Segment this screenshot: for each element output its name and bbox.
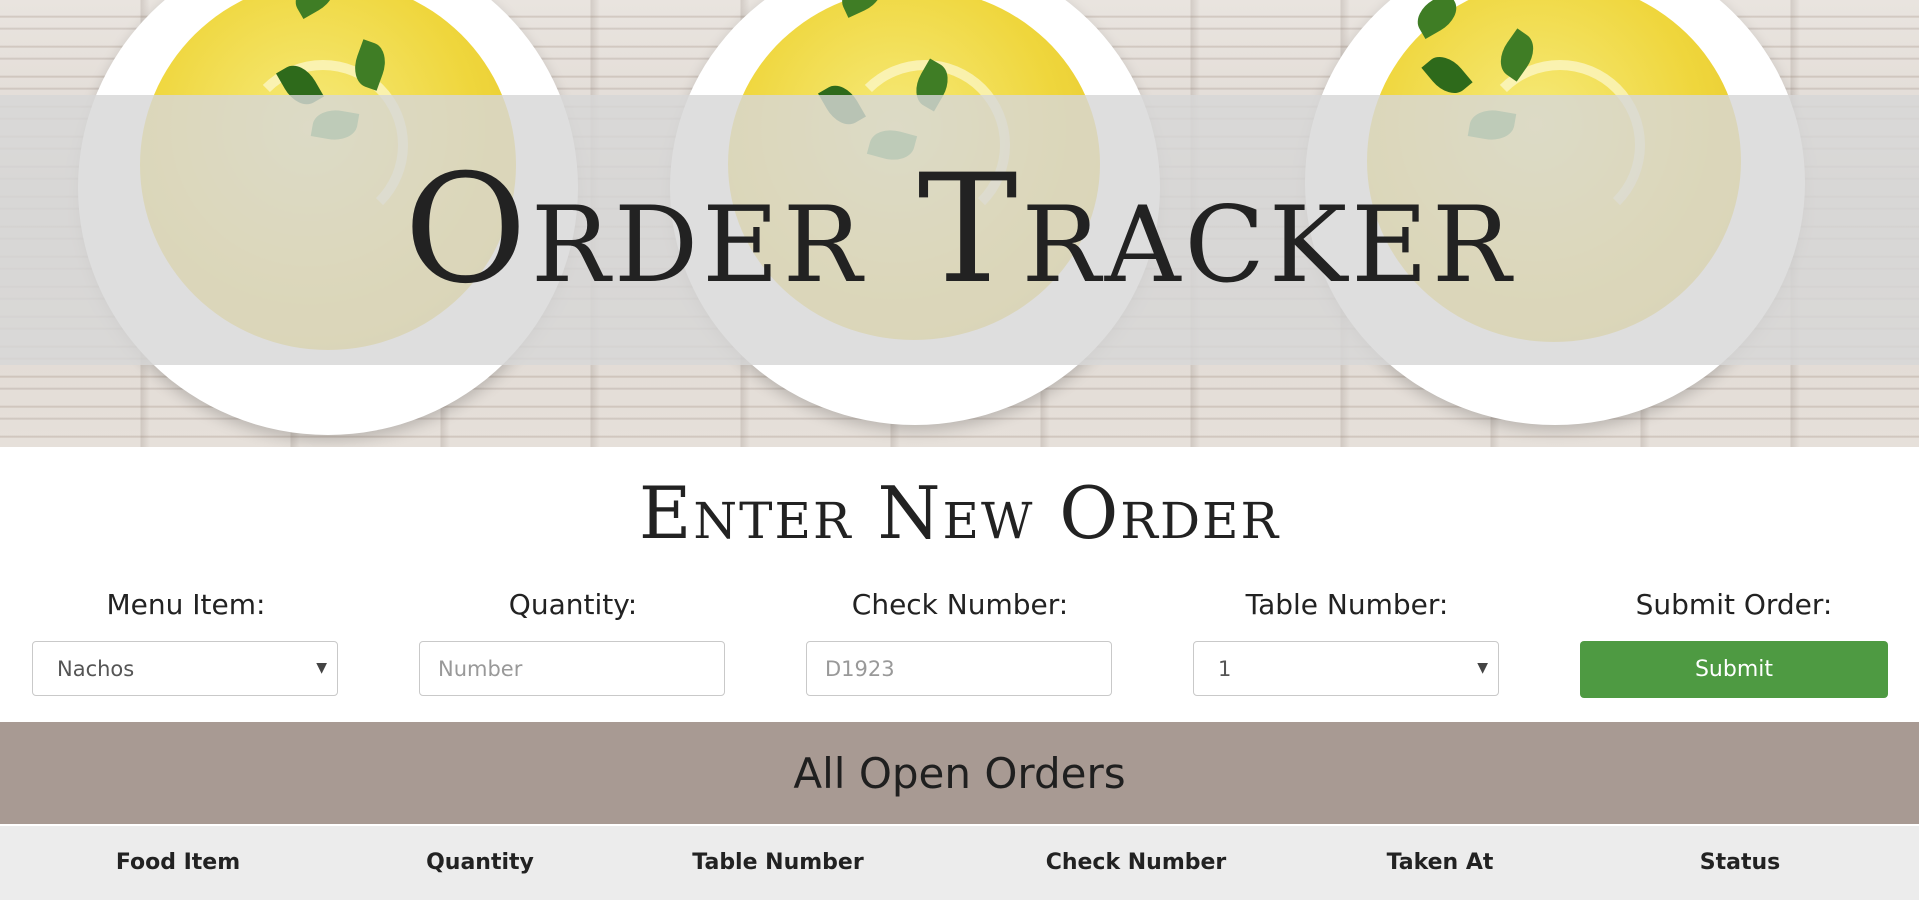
- new-order-title: Enter New Order: [638, 471, 1281, 555]
- quantity-input[interactable]: Number: [419, 641, 725, 696]
- menu-item-value: Nachos: [57, 656, 135, 681]
- quantity-placeholder: Number: [438, 656, 523, 681]
- hero-banner: Order Tracker: [0, 0, 1919, 447]
- menu-item-field: Menu Item: Nachos ▼: [32, 585, 340, 696]
- chevron-down-icon: ▼: [316, 660, 327, 676]
- column-header-table-number[interactable]: Table Number: [648, 826, 908, 900]
- column-header-check-number[interactable]: Check Number: [1006, 826, 1266, 900]
- check-number-field: Check Number: D1923: [806, 585, 1114, 696]
- open-orders-heading: All Open Orders: [0, 722, 1919, 824]
- column-header-status[interactable]: Status: [1620, 826, 1860, 900]
- chevron-down-icon: ▼: [1477, 660, 1488, 676]
- column-header-quantity[interactable]: Quantity: [360, 826, 600, 900]
- quantity-field: Quantity: Number: [419, 585, 727, 696]
- table-number-select[interactable]: 1 ▼: [1193, 641, 1499, 696]
- table-number-value: 1: [1218, 656, 1232, 681]
- check-number-placeholder: D1923: [825, 656, 895, 681]
- title-band: Order Tracker: [0, 95, 1919, 365]
- check-number-label: Check Number:: [851, 588, 1069, 621]
- column-header-taken-at[interactable]: Taken At: [1320, 826, 1560, 900]
- orders-table-header: Food Item Quantity Table Number Check Nu…: [0, 826, 1919, 900]
- table-number-label: Table Number:: [1245, 588, 1449, 621]
- page-title: Order Tracker: [403, 143, 1516, 317]
- quantity-label: Quantity:: [508, 588, 638, 621]
- submit-order-label: Submit Order:: [1635, 588, 1833, 621]
- table-number-field: Table Number: 1 ▼: [1193, 585, 1501, 696]
- column-header-food-item[interactable]: Food Item: [58, 826, 298, 900]
- open-orders-title: All Open Orders: [793, 748, 1126, 798]
- check-number-input[interactable]: D1923: [806, 641, 1112, 696]
- new-order-form: Menu Item: Nachos ▼ Quantity: Number Che…: [0, 585, 1919, 698]
- menu-item-label: Menu Item:: [106, 588, 266, 621]
- menu-item-select[interactable]: Nachos ▼: [32, 641, 338, 696]
- submit-field: Submit Order: Submit: [1580, 585, 1888, 698]
- submit-button[interactable]: Submit: [1580, 641, 1888, 698]
